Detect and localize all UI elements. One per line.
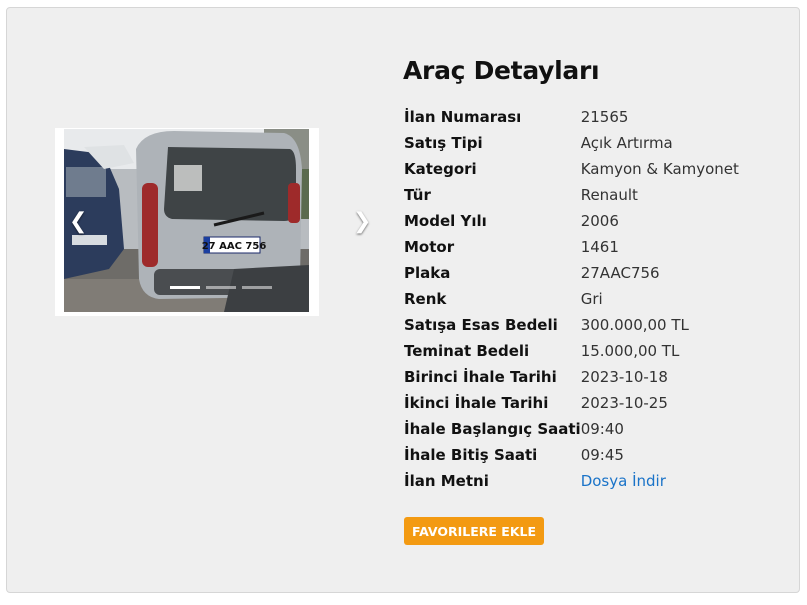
detail-row: İlan Numarası 21565 (404, 104, 739, 130)
detail-label: İlan Numarası (404, 108, 522, 126)
detail-value: 1461 (580, 238, 619, 256)
vehicle-details-table: İlan Numarası 21565 Satış Tipi Açık Artı… (404, 104, 739, 494)
detail-row: İhale Başlangıç Saati 09:40 (404, 416, 739, 442)
detail-value: Kamyon & Kamyonet (580, 160, 739, 178)
detail-row: İhale Bitiş Saati 09:45 (404, 442, 739, 468)
detail-value: Açık Artırma (580, 134, 673, 152)
detail-value: Renault (580, 186, 638, 204)
carousel-indicator[interactable] (206, 286, 236, 289)
detail-row: Renk Gri (404, 286, 739, 312)
vehicle-photo-graphic: 27 AAC 756 (64, 129, 309, 312)
detail-value: 2023-10-25 (580, 394, 668, 412)
download-file-link[interactable]: Dosya İndir (581, 472, 666, 490)
detail-label: Model Yılı (404, 212, 487, 230)
detail-label: Birinci İhale Tarihi (404, 368, 557, 386)
svg-text:27 AAC 756: 27 AAC 756 (202, 241, 267, 252)
add-to-favorites-button[interactable]: FAVORILERE EKLE (404, 517, 545, 545)
detail-row: Birinci İhale Tarihi 2023-10-18 (404, 364, 739, 390)
detail-row: Satışa Esas Bedeli 300.000,00 TL (404, 312, 739, 338)
detail-label: Renk (404, 290, 447, 308)
detail-value: 09:45 (580, 446, 624, 464)
detail-label: İkinci İhale Tarihi (404, 394, 549, 412)
detail-value: 09:40 (580, 420, 624, 438)
detail-row: İkinci İhale Tarihi 2023-10-25 (404, 390, 739, 416)
detail-value: Dosya İndir (581, 468, 739, 494)
detail-value: 27AAC756 (580, 264, 660, 282)
detail-row: Tür Renault (404, 182, 739, 208)
detail-row: Motor 1461 (404, 234, 739, 260)
detail-row: Teminat Bedeli 15.000,00 TL (404, 338, 739, 364)
detail-label: İhale Bitiş Saati (404, 446, 538, 464)
image-carousel: 27 AAC 756 (55, 128, 319, 316)
detail-label: Satışa Esas Bedeli (404, 316, 558, 334)
carousel-next-button[interactable]: ❯ (353, 211, 371, 233)
detail-label: Tür (404, 186, 431, 204)
detail-label: İlan Metni (404, 472, 489, 490)
detail-label: Plaka (404, 264, 451, 282)
detail-row: Satış Tipi Açık Artırma (404, 130, 739, 156)
carousel-indicator[interactable] (242, 286, 272, 289)
carousel-indicator[interactable] (170, 286, 200, 289)
detail-label: Motor (404, 238, 455, 256)
detail-panel: 27 AAC 756 ❮ ❯ Araç Detayları İlan Numar… (6, 7, 800, 593)
detail-value: 15.000,00 TL (580, 342, 680, 360)
carousel-prev-button[interactable]: ❮ (69, 211, 87, 233)
detail-value: 21565 (580, 108, 629, 126)
detail-value: 2006 (580, 212, 619, 230)
vehicle-photo[interactable]: 27 AAC 756 (64, 129, 309, 312)
detail-row: Model Yılı 2006 (404, 208, 739, 234)
detail-row: Kategori Kamyon & Kamyonet (404, 156, 739, 182)
detail-label: Kategori (404, 160, 477, 178)
detail-value: 300.000,00 TL (580, 316, 689, 334)
detail-label: Teminat Bedeli (404, 342, 530, 360)
detail-value: 2023-10-18 (580, 368, 668, 386)
page-title: Araç Detayları (403, 56, 600, 85)
carousel-indicators (170, 286, 272, 289)
detail-row: İlan Metni Dosya İndir (404, 468, 739, 494)
detail-label: İhale Başlangıç Saati (404, 420, 581, 438)
chevron-left-icon: ❮ (69, 209, 88, 234)
detail-label: Satış Tipi (404, 134, 483, 152)
detail-row: Plaka 27AAC756 (404, 260, 739, 286)
chevron-right-icon: ❯ (353, 209, 372, 234)
detail-value: Gri (580, 290, 603, 308)
